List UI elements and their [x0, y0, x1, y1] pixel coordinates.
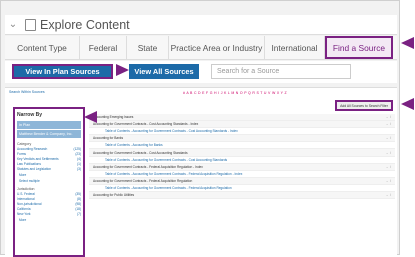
source-actions-bar: View In Plan Sources View All Sources Se…	[5, 61, 397, 83]
category-item[interactable]: Law Publications (1)	[17, 162, 81, 166]
tab-international[interactable]: International	[265, 36, 325, 59]
list-item[interactable]: Accounting for Government Contracts - Fe…	[89, 177, 395, 185]
list-item[interactable]: Accounting for Public Utilities ⌄ i	[89, 192, 395, 200]
selected-filter-publisher[interactable]: Matthew Bender & Company, Inc.	[17, 130, 81, 138]
tab-find-a-source[interactable]: Find a Source	[325, 36, 393, 59]
narrow-by-heading: Narrow By	[17, 112, 43, 118]
source-results-panel: # A B C D E F G H I J K L M N O P Q R S …	[89, 90, 395, 254]
jurisdiction-item[interactable]: New York (7)	[17, 212, 81, 216]
list-item[interactable]: Table of Contents - Accounting for Gover…	[89, 157, 395, 164]
tab-practice-area[interactable]: Practice Area or Industry	[169, 36, 265, 59]
jurisdiction-item[interactable]: Non-jurisdictional (98)	[17, 202, 81, 206]
list-item[interactable]: Accounting for Banks ⌄ i	[89, 135, 395, 143]
category-item[interactable]: Key Verdicts and Settlements (4)	[17, 157, 81, 161]
chevron-down-icon[interactable]: ⌄ i	[386, 165, 391, 169]
chevron-down-icon[interactable]: ⌄ i	[386, 193, 391, 197]
jurisdiction-more-link[interactable]: More	[19, 218, 79, 222]
list-item[interactable]: Table of Contents - Accounting for Gover…	[89, 185, 395, 193]
chevron-down-icon[interactable]: ⌄ i	[386, 122, 391, 126]
tab-content-type[interactable]: Content Type	[5, 36, 80, 59]
jurisdiction-item[interactable]: U.S. Federal (35)	[17, 192, 81, 196]
list-item[interactable]: Table of Contents - Accounting for Gover…	[89, 171, 395, 178]
view-in-plan-sources-button[interactable]: View In Plan Sources	[12, 64, 113, 79]
list-item[interactable]: Table of Contents - Accounting for Gover…	[89, 128, 395, 136]
jurisdiction-heading[interactable]: Jurisdiction	[17, 187, 81, 191]
list-item[interactable]: Accounting for Government Contracts - Fe…	[89, 163, 395, 171]
chevron-down-icon[interactable]: ⌄	[5, 19, 21, 30]
narrow-by-pointer-arrow	[84, 111, 97, 123]
chevron-down-icon[interactable]: ⌄ i	[386, 151, 391, 155]
list-item[interactable]: Table of Contents - Accounting for Banks	[89, 142, 395, 150]
page-title: Explore Content	[40, 17, 130, 32]
selected-filter-in-plan[interactable]: In Plan	[17, 121, 81, 129]
view-all-sources-button[interactable]: View All Sources	[129, 64, 199, 79]
category-heading[interactable]: Category	[17, 142, 81, 146]
chevron-down-icon[interactable]: ⌄ i	[386, 179, 391, 183]
add-all-sources-button[interactable]: Add All Sources to Search Filter	[335, 100, 393, 111]
select-multiple-link[interactable]: Select multiple	[19, 179, 79, 183]
source-list: Accounting Emerging Issues ⌄ i Accounting…	[89, 114, 395, 200]
document-icon	[25, 18, 36, 31]
search-within-sources-link[interactable]: Search Within Sources	[9, 90, 87, 94]
list-item[interactable]: Accounting for Government Contracts - Co…	[89, 149, 395, 157]
explore-content-window: ⌄ Explore Content Content Type Federal S…	[0, 0, 400, 257]
explore-content-header: ⌄ Explore Content	[5, 15, 397, 35]
content-tabs: Content Type Federal State Practice Area…	[5, 36, 397, 60]
jurisdiction-item[interactable]: California (18)	[17, 207, 81, 211]
list-item[interactable]: Accounting for Government Contracts - Co…	[89, 121, 395, 129]
jurisdiction-item[interactable]: International (8)	[17, 197, 81, 201]
category-item[interactable]: Statutes and Legislation (3)	[17, 167, 81, 171]
sources-content-area: Search Within Sources Narrow By In Plan …	[5, 87, 397, 257]
chevron-down-icon[interactable]: ⌄ i	[386, 115, 391, 119]
category-more-link[interactable]: More	[19, 173, 79, 177]
narrow-by-panel: Narrow By In Plan Matthew Bender & Compa…	[13, 107, 85, 257]
find-a-source-pointer-arrow	[401, 37, 414, 49]
category-item[interactable]: Accounting Research (125)	[17, 147, 81, 151]
tab-federal[interactable]: Federal	[80, 36, 127, 59]
category-item[interactable]: Forms (23)	[17, 152, 81, 156]
tab-state[interactable]: State	[127, 36, 169, 59]
view-all-sources-pointer-arrow	[116, 64, 129, 76]
alphabet-filter[interactable]: # A B C D E F G H I J K L M N O P Q R S …	[183, 91, 287, 95]
search-for-source-input[interactable]: Search for a Source	[211, 64, 351, 79]
add-all-sources-pointer-arrow	[401, 98, 414, 110]
list-item[interactable]: Accounting Emerging Issues ⌄ i	[89, 114, 395, 122]
chevron-down-icon[interactable]: ⌄ i	[386, 136, 391, 140]
